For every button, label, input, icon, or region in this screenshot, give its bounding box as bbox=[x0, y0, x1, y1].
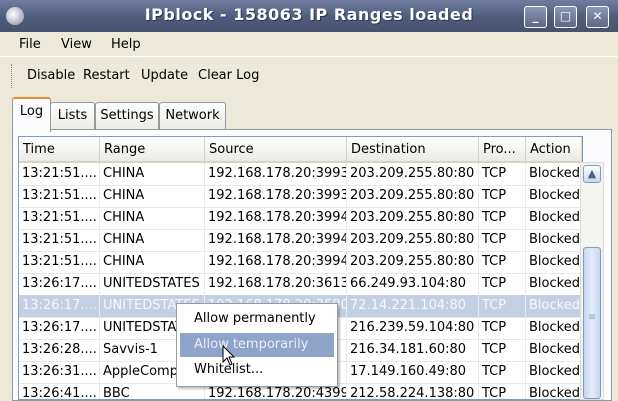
protocol-cell: TCP bbox=[479, 295, 526, 317]
destination-cell: 203.209.255.80:80 bbox=[347, 163, 479, 185]
destination-cell: 203.209.255.80:80 bbox=[347, 207, 479, 229]
table-row[interactable]: 13:21:51.... CHINA 192.168.178.20:39938 203… bbox=[19, 163, 582, 186]
time-cell: 13:21:51.... bbox=[19, 185, 100, 207]
table-row[interactable]: 13:21:51.... CHINA 192.168.178.20:39940 203… bbox=[19, 207, 582, 230]
table-row[interactable]: 13:26:17....UNITEDSTATES192.168.178.20:3… bbox=[19, 273, 582, 296]
allow-temporarily-item[interactable]: Allow temporarily bbox=[180, 333, 334, 357]
minimize-button[interactable]: _ bbox=[524, 6, 547, 28]
range-cell: CHINA bbox=[100, 251, 205, 273]
mouse-pointer-icon bbox=[222, 345, 236, 366]
time-cell: 13:26:28.... bbox=[19, 339, 100, 361]
protocol-cell: TCP bbox=[479, 207, 526, 229]
table-row[interactable]: 13:21:51.... CHINA 192.168.178.20:39941 203… bbox=[19, 229, 582, 252]
menu-view[interactable]: View bbox=[61, 37, 92, 52]
toolbar-grip[interactable] bbox=[11, 64, 15, 88]
protocol-cell: TCP bbox=[479, 273, 526, 295]
time-cell: 13:21:51.... bbox=[19, 207, 100, 229]
destination-cell: 216.239.59.104:80 bbox=[347, 317, 479, 339]
scroll-up-icon[interactable]: ▲ bbox=[583, 165, 601, 183]
action-cell: Blocked bbox=[526, 185, 582, 207]
protocol-cell: TCP bbox=[479, 339, 526, 361]
destination-cell: 72.14.221.104:80 bbox=[347, 295, 479, 317]
range-cell: CHINA bbox=[100, 207, 205, 229]
source-cell: 192.168.178.20:39941 bbox=[205, 229, 347, 251]
destination-cell: 66.249.93.104:80 bbox=[347, 273, 479, 295]
action-cell: Blocked bbox=[526, 339, 582, 361]
destination-cell: 17.149.160.49:80 bbox=[347, 361, 479, 383]
action-cell: Blocked bbox=[526, 229, 582, 251]
column-header-destination[interactable]: Destination bbox=[347, 137, 479, 163]
maximize-button[interactable]: □ bbox=[554, 6, 577, 28]
time-cell: 13:26:31.... bbox=[19, 361, 100, 383]
column-header-source[interactable]: Source bbox=[205, 137, 347, 163]
menu-file[interactable]: File bbox=[19, 37, 41, 52]
source-cell: 192.168.178.20:39942 bbox=[205, 251, 347, 273]
protocol-cell: TCP bbox=[479, 361, 526, 383]
column-header-protocol[interactable]: Pro... bbox=[479, 137, 526, 163]
action-cell: Blocked bbox=[526, 361, 582, 383]
action-cell: Blocked bbox=[526, 317, 582, 339]
clear-log-button[interactable]: Clear Log bbox=[198, 68, 259, 83]
destination-cell: 203.209.255.80:80 bbox=[347, 251, 479, 273]
range-cell: CHINA bbox=[100, 163, 205, 185]
disable-button[interactable]: Disable bbox=[27, 68, 75, 83]
time-cell: 13:26:17.... bbox=[19, 317, 100, 339]
destination-cell: 216.34.181.60:80 bbox=[347, 339, 479, 361]
restart-button[interactable]: Restart bbox=[83, 68, 130, 83]
app-window: IPblock - 158063 IP Ranges loaded _ □ ✕ … bbox=[0, 0, 618, 401]
source-cell: 192.168.178.20:39940 bbox=[205, 207, 347, 229]
allow-permanently-item[interactable]: Allow permanently bbox=[180, 307, 334, 331]
protocol-cell: TCP bbox=[479, 163, 526, 185]
destination-cell: 203.209.255.80:80 bbox=[347, 185, 479, 207]
range-cell: CHINA bbox=[100, 229, 205, 251]
range-cell: CHINA bbox=[100, 185, 205, 207]
tab-log[interactable]: Log bbox=[12, 97, 51, 132]
range-cell: UNITEDSTATES bbox=[100, 273, 205, 295]
menu-help[interactable]: Help bbox=[111, 37, 141, 52]
close-button[interactable]: ✕ bbox=[586, 6, 609, 28]
table-row[interactable]: 13:21:51.... CHINA 192.168.178.20:39942 203… bbox=[19, 251, 582, 274]
action-cell: Blocked bbox=[526, 207, 582, 229]
destination-cell: 212.58.224.138:80 bbox=[347, 383, 479, 399]
tab-settings[interactable]: Settings bbox=[95, 102, 159, 129]
update-button[interactable]: Update bbox=[141, 68, 188, 83]
title-bar[interactable]: IPblock - 158063 IP Ranges loaded _ □ ✕ bbox=[0, 0, 618, 32]
time-cell: 13:21:51.... bbox=[19, 163, 100, 185]
protocol-cell: TCP bbox=[479, 383, 526, 399]
tab-strip: Log Lists Settings Network bbox=[0, 92, 618, 132]
whitelist-item[interactable]: Whitelist... bbox=[180, 358, 334, 382]
time-cell: 13:21:51.... bbox=[19, 251, 100, 273]
table-row[interactable]: 13:21:51.... CHINA 192.168.178.20:39939 203… bbox=[19, 185, 582, 208]
destination-cell: 203.209.255.80:80 bbox=[347, 229, 479, 251]
toolbar: Disable Restart Update Clear Log bbox=[0, 56, 618, 93]
source-cell: 192.168.178.20:36136 bbox=[205, 273, 347, 295]
time-cell: 13:26:17.... bbox=[19, 295, 100, 317]
scroll-thumb[interactable]: ≡ bbox=[583, 247, 601, 399]
time-cell: 13:26:17.... bbox=[19, 273, 100, 295]
action-cell: Blocked bbox=[526, 383, 582, 399]
tab-lists[interactable]: Lists bbox=[50, 102, 95, 129]
vertical-scrollbar[interactable]: ▲ ≡ bbox=[580, 162, 604, 400]
action-cell: Blocked bbox=[526, 295, 582, 317]
time-cell: 13:21:51.... bbox=[19, 229, 100, 251]
protocol-cell: TCP bbox=[479, 229, 526, 251]
action-cell: Blocked bbox=[526, 273, 582, 295]
protocol-cell: TCP bbox=[479, 251, 526, 273]
source-cell: 192.168.178.20:39939 bbox=[205, 185, 347, 207]
tab-network[interactable]: Network bbox=[159, 102, 226, 129]
protocol-cell: TCP bbox=[479, 185, 526, 207]
column-header-range[interactable]: Range bbox=[100, 137, 205, 163]
protocol-cell: TCP bbox=[479, 317, 526, 339]
column-header-action[interactable]: Action bbox=[526, 137, 582, 163]
time-cell: 13:26:41.... bbox=[19, 383, 100, 399]
source-cell: 192.168.178.20:39938 bbox=[205, 163, 347, 185]
action-cell: Blocked bbox=[526, 163, 582, 185]
action-cell: Blocked bbox=[526, 251, 582, 273]
column-header-time[interactable]: Time bbox=[19, 137, 100, 163]
context-menu: Allow permanently Allow temporarily Whit… bbox=[176, 303, 338, 387]
menu-bar: File View Help bbox=[0, 32, 618, 56]
